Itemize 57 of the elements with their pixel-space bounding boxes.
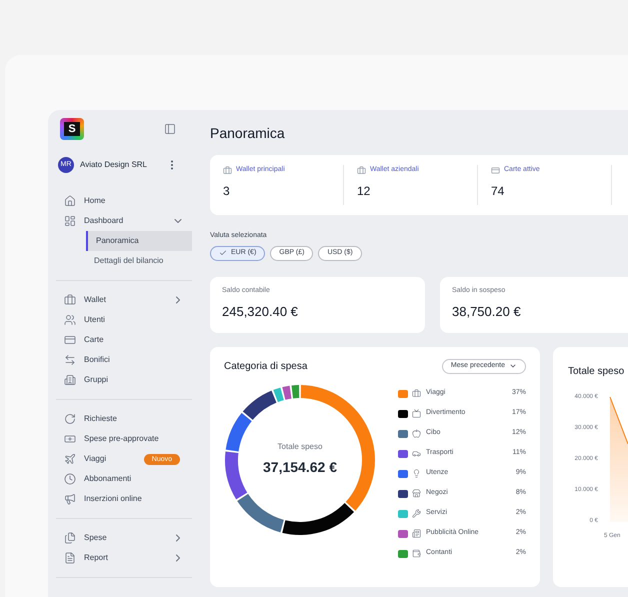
total-label: Totale speso <box>278 441 322 453</box>
megaphone-icon <box>64 493 76 505</box>
newspaper-icon <box>412 529 421 538</box>
briefcase-icon <box>357 166 366 175</box>
nav-item[interactable]: Spese <box>56 528 192 548</box>
store-icon <box>412 489 421 498</box>
donut-segment <box>282 385 292 400</box>
nav-item[interactable]: Richieste <box>56 409 192 429</box>
check-icon <box>219 249 227 257</box>
banknote-icon <box>64 433 76 445</box>
briefcase-icon <box>64 294 76 306</box>
nav-item[interactable]: Utenti <box>56 310 192 330</box>
submenu-item[interactable]: Dettagli del bilancio <box>86 251 192 271</box>
card-icon <box>491 166 500 175</box>
card-icon <box>64 334 76 346</box>
balance-value: 38,750.20 € <box>452 303 522 321</box>
refresh-icon <box>64 413 76 425</box>
nav-item[interactable]: Bonifici <box>56 350 192 370</box>
chevron-down-icon <box>509 362 517 370</box>
nav-item[interactable]: Home <box>56 191 192 211</box>
stat-value: 3 <box>223 182 231 200</box>
building-icon <box>64 374 76 386</box>
clock-icon <box>64 473 76 485</box>
nav-item[interactable]: Abbonamenti <box>56 469 192 489</box>
nav-item[interactable]: Carte <box>56 330 192 350</box>
page-title: Panoramica <box>210 124 286 142</box>
tv-icon <box>412 409 421 418</box>
stat-value: 12 <box>357 182 372 200</box>
card-title: Categoria di spesa <box>224 360 308 374</box>
apple-icon <box>412 429 421 438</box>
total-value: 37,154.62 € <box>263 458 337 477</box>
organization-name: Aviato Design SRL <box>80 159 148 171</box>
briefcase-icon <box>223 166 232 175</box>
arrows-icon <box>64 354 76 366</box>
wrench-icon <box>412 509 421 518</box>
submenu-item[interactable]: Panoramica <box>86 231 192 251</box>
documents-icon <box>64 532 76 544</box>
app-logo: S <box>60 118 84 140</box>
car-icon <box>412 449 421 458</box>
nav-item[interactable]: Dashboard <box>56 211 192 231</box>
dashboard-icon <box>64 215 76 227</box>
balance-value: 245,320.40 € <box>222 303 299 321</box>
home-icon <box>64 195 76 207</box>
briefcase-icon <box>412 389 421 398</box>
donut-segment <box>226 412 252 451</box>
nav-item[interactable]: Spese pre-approvate <box>56 429 192 449</box>
users-icon <box>64 314 76 326</box>
nav-item[interactable]: Wallet <box>56 290 192 310</box>
card-title: Totale speso <box>568 364 626 378</box>
wallet-icon <box>412 549 421 558</box>
nav-item[interactable]: Report <box>56 548 192 568</box>
nav-item[interactable]: Gruppi <box>56 370 192 390</box>
stat-value: 74 <box>491 182 506 200</box>
nav-item[interactable]: Inserzioni online <box>56 489 192 509</box>
sidebar-toggle-icon[interactable] <box>164 123 176 135</box>
plane-icon <box>64 453 76 465</box>
document-icon <box>64 552 76 564</box>
